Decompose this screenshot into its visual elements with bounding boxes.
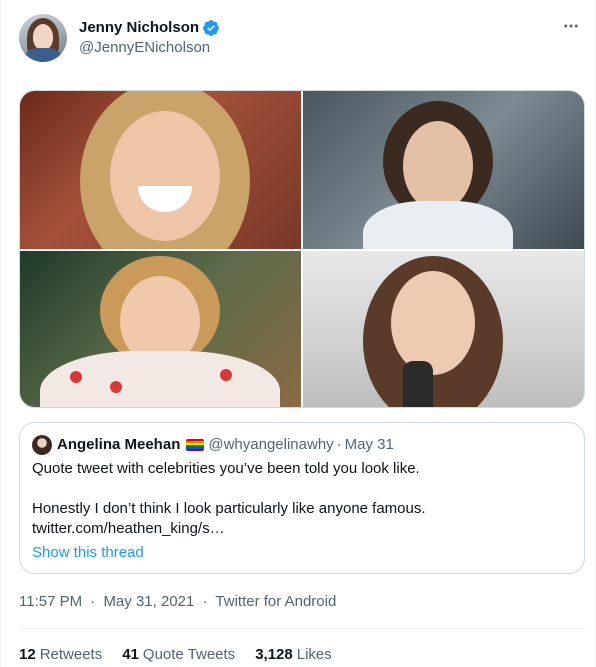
quoted-author-avatar (32, 435, 52, 455)
quoted-tweet-header: Angelina Meehan @whyangelinawhy · May 31 (32, 435, 394, 455)
separator-dot: · (336, 436, 342, 453)
retweets-stat[interactable]: 12 Retweets (19, 645, 102, 665)
tweet-header: Jenny Nicholson @JennyENicholson (19, 14, 585, 64)
author-names: Jenny Nicholson @JennyENicholson (79, 18, 220, 58)
author-display-name[interactable]: Jenny Nicholson (79, 18, 220, 38)
tweet-date[interactable]: May 31, 2021 (103, 593, 194, 610)
tweet-source[interactable]: Twitter for Android (215, 593, 336, 610)
media-photo-3[interactable] (20, 251, 301, 407)
quoted-tweet[interactable]: Angelina Meehan @whyangelinawhy · May 31… (19, 422, 585, 574)
tweet-media-grid (19, 90, 585, 408)
likes-stat[interactable]: 3,128 Likes (255, 645, 332, 665)
retweets-label: Retweets (39, 646, 103, 663)
media-photo-1[interactable] (20, 91, 301, 249)
meta-separator: · (202, 593, 208, 610)
quote-tweets-count: 41 (122, 646, 139, 663)
quoted-tweet-date: May 31 (344, 436, 394, 453)
quote-tweets-stat[interactable]: 41 Quote Tweets (122, 645, 235, 665)
tweet-card: Jenny Nicholson @JennyENicholson Angelin… (0, 0, 596, 667)
quoted-tweet-text: Quote tweet with celebrities you’ve been… (32, 459, 572, 539)
author-handle[interactable]: @JennyENicholson (79, 38, 220, 58)
quote-tweets-label: Quote Tweets (142, 646, 236, 663)
show-this-thread-link[interactable]: Show this thread (32, 543, 144, 563)
verified-badge-icon (203, 20, 219, 36)
likes-count: 3,128 (255, 646, 293, 663)
meta-separator: · (90, 593, 96, 610)
tweet-time[interactable]: 11:57 PM (19, 593, 82, 610)
divider (19, 628, 585, 629)
rainbow-flag-icon (186, 439, 205, 451)
quoted-author-handle: @whyangelinawhy (208, 436, 334, 453)
media-photo-4[interactable] (303, 251, 584, 407)
quoted-text-line-2: Honestly I don’t think I look particular… (32, 500, 426, 517)
quoted-author-name: Angelina Meehan (57, 436, 181, 453)
tweet-stats: 12 Retweets 41 Quote Tweets 3,128 Likes (19, 645, 332, 665)
retweets-count: 12 (19, 646, 36, 663)
quoted-text-line-1: Quote tweet with celebrities you’ve been… (32, 460, 420, 477)
more-horizontal-icon[interactable] (561, 16, 581, 36)
author-avatar[interactable] (19, 14, 67, 62)
media-photo-2[interactable] (303, 91, 584, 249)
tweet-meta: 11:57 PM · May 31, 2021 · Twitter for An… (19, 592, 336, 612)
likes-label: Likes (296, 646, 332, 663)
quoted-text-link: twitter.com/heathen_king/s… (32, 520, 225, 537)
